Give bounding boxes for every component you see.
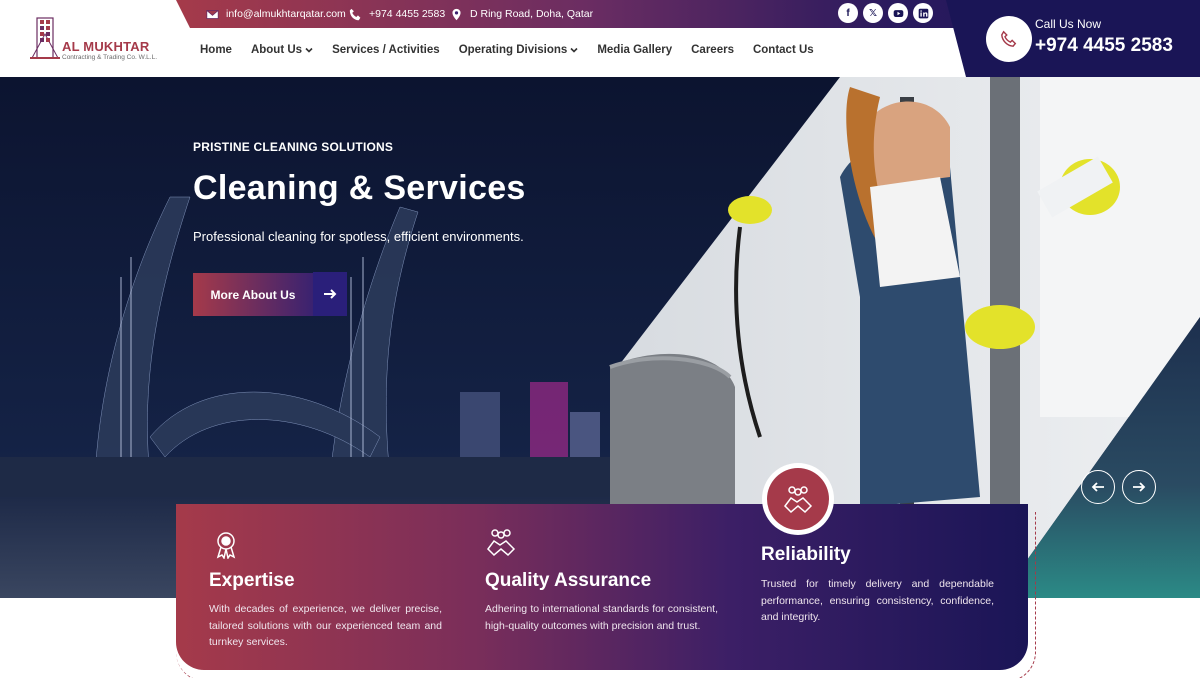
- linkedin-glyph-icon: [918, 8, 928, 18]
- youtube-play-icon: [893, 9, 903, 17]
- arrow-right-icon: [1133, 482, 1146, 492]
- company-logo[interactable]: AL MUKHTAR Contracting & Trading Co. W.L…: [28, 12, 158, 66]
- facebook-icon[interactable]: f: [838, 3, 858, 23]
- topbar-email[interactable]: info@almukhtarqatar.com: [206, 0, 346, 28]
- nav-item-media-gallery[interactable]: Media Gallery: [597, 44, 672, 56]
- x-icon[interactable]: 𝕏: [863, 3, 883, 23]
- call-number[interactable]: +974 4455 2583: [1035, 35, 1173, 57]
- nav-label: Services / Activities: [332, 44, 440, 56]
- feature-title: Reliability: [761, 544, 851, 565]
- nav-label: Media Gallery: [597, 44, 673, 56]
- nav-item-operating-divisions[interactable]: Operating Divisions: [459, 44, 579, 56]
- feature-title: Quality Assurance: [485, 570, 652, 591]
- topbar-address[interactable]: D Ring Road, Doha, Qatar: [450, 0, 593, 28]
- main-navigation: Home About Us Services / Activities Oper…: [200, 44, 814, 56]
- map-pin-icon: [452, 8, 461, 20]
- slider-prev-button[interactable]: [1081, 470, 1115, 504]
- feature-description: Trusted for timely delivery and dependab…: [761, 578, 994, 623]
- nav-item-home[interactable]: Home: [200, 44, 232, 56]
- nav-label: About Us: [250, 44, 303, 56]
- call-label: Call Us Now: [1035, 17, 1102, 31]
- logo-subtitle: Contracting & Trading Co. W.L.L.: [62, 54, 158, 61]
- nav-label: Careers: [691, 44, 734, 56]
- call-circle: [986, 16, 1032, 62]
- reliability-badge: [762, 463, 834, 535]
- call-us-box[interactable]: Call Us Now +974 4455 2583: [946, 0, 1200, 77]
- nav-item-about-us[interactable]: About Us: [251, 44, 313, 56]
- logo-name: AL MUKHTAR: [62, 39, 150, 54]
- topbar-phone-text: +974 4455 2583: [369, 8, 446, 20]
- nav-label: Operating Divisions: [458, 44, 568, 56]
- handshake-icon: [486, 527, 516, 562]
- nav-item-contact-us[interactable]: Contact Us: [753, 44, 814, 56]
- reliability-badge-inner: [767, 468, 829, 530]
- slider-next-button[interactable]: [1122, 470, 1156, 504]
- topbar-address-text: D Ring Road, Doha, Qatar: [470, 8, 594, 20]
- handshake-icon: [784, 486, 813, 514]
- phone-call-icon: [349, 8, 361, 20]
- nav-label: Home: [200, 44, 232, 56]
- nav-item-services[interactable]: Services / Activities: [332, 44, 440, 56]
- youtube-icon[interactable]: [888, 3, 908, 23]
- chevron-down-icon: [305, 47, 313, 53]
- more-about-us-arrow-button[interactable]: [313, 272, 347, 316]
- topbar-email-text: info@almukhtarqatar.com: [226, 8, 346, 20]
- hero-description: Professional cleaning for spotless, effi…: [193, 229, 524, 244]
- linkedin-icon[interactable]: [913, 3, 933, 23]
- award-ribbon-icon: [211, 529, 241, 564]
- nav-item-careers[interactable]: Careers: [691, 44, 734, 56]
- site-header: info@almukhtarqatar.com +974 4455 2583 D…: [0, 0, 1200, 77]
- nav-label: Contact Us: [752, 44, 814, 56]
- feature-description: With decades of experience, we deliver p…: [209, 603, 442, 648]
- hero-eyebrow: PRISTINE CLEANING SOLUTIONS: [193, 140, 394, 154]
- phone-icon: [1001, 30, 1017, 47]
- arrow-left-icon: [1091, 482, 1104, 492]
- envelope-icon: [206, 9, 219, 19]
- social-links: f 𝕏: [838, 3, 933, 23]
- hero-title: Cleaning & Services: [193, 169, 526, 207]
- logo-building-icon: [30, 17, 60, 59]
- features-card: Expertise With decades of experience, we…: [176, 504, 1028, 670]
- chevron-down-icon: [570, 47, 578, 53]
- feature-description: Adhering to international standards for …: [485, 603, 718, 632]
- arrow-right-icon: [324, 289, 337, 299]
- topbar-phone[interactable]: +974 4455 2583: [349, 0, 445, 28]
- feature-title: Expertise: [209, 570, 295, 591]
- more-about-us-button[interactable]: More About Us: [193, 273, 313, 316]
